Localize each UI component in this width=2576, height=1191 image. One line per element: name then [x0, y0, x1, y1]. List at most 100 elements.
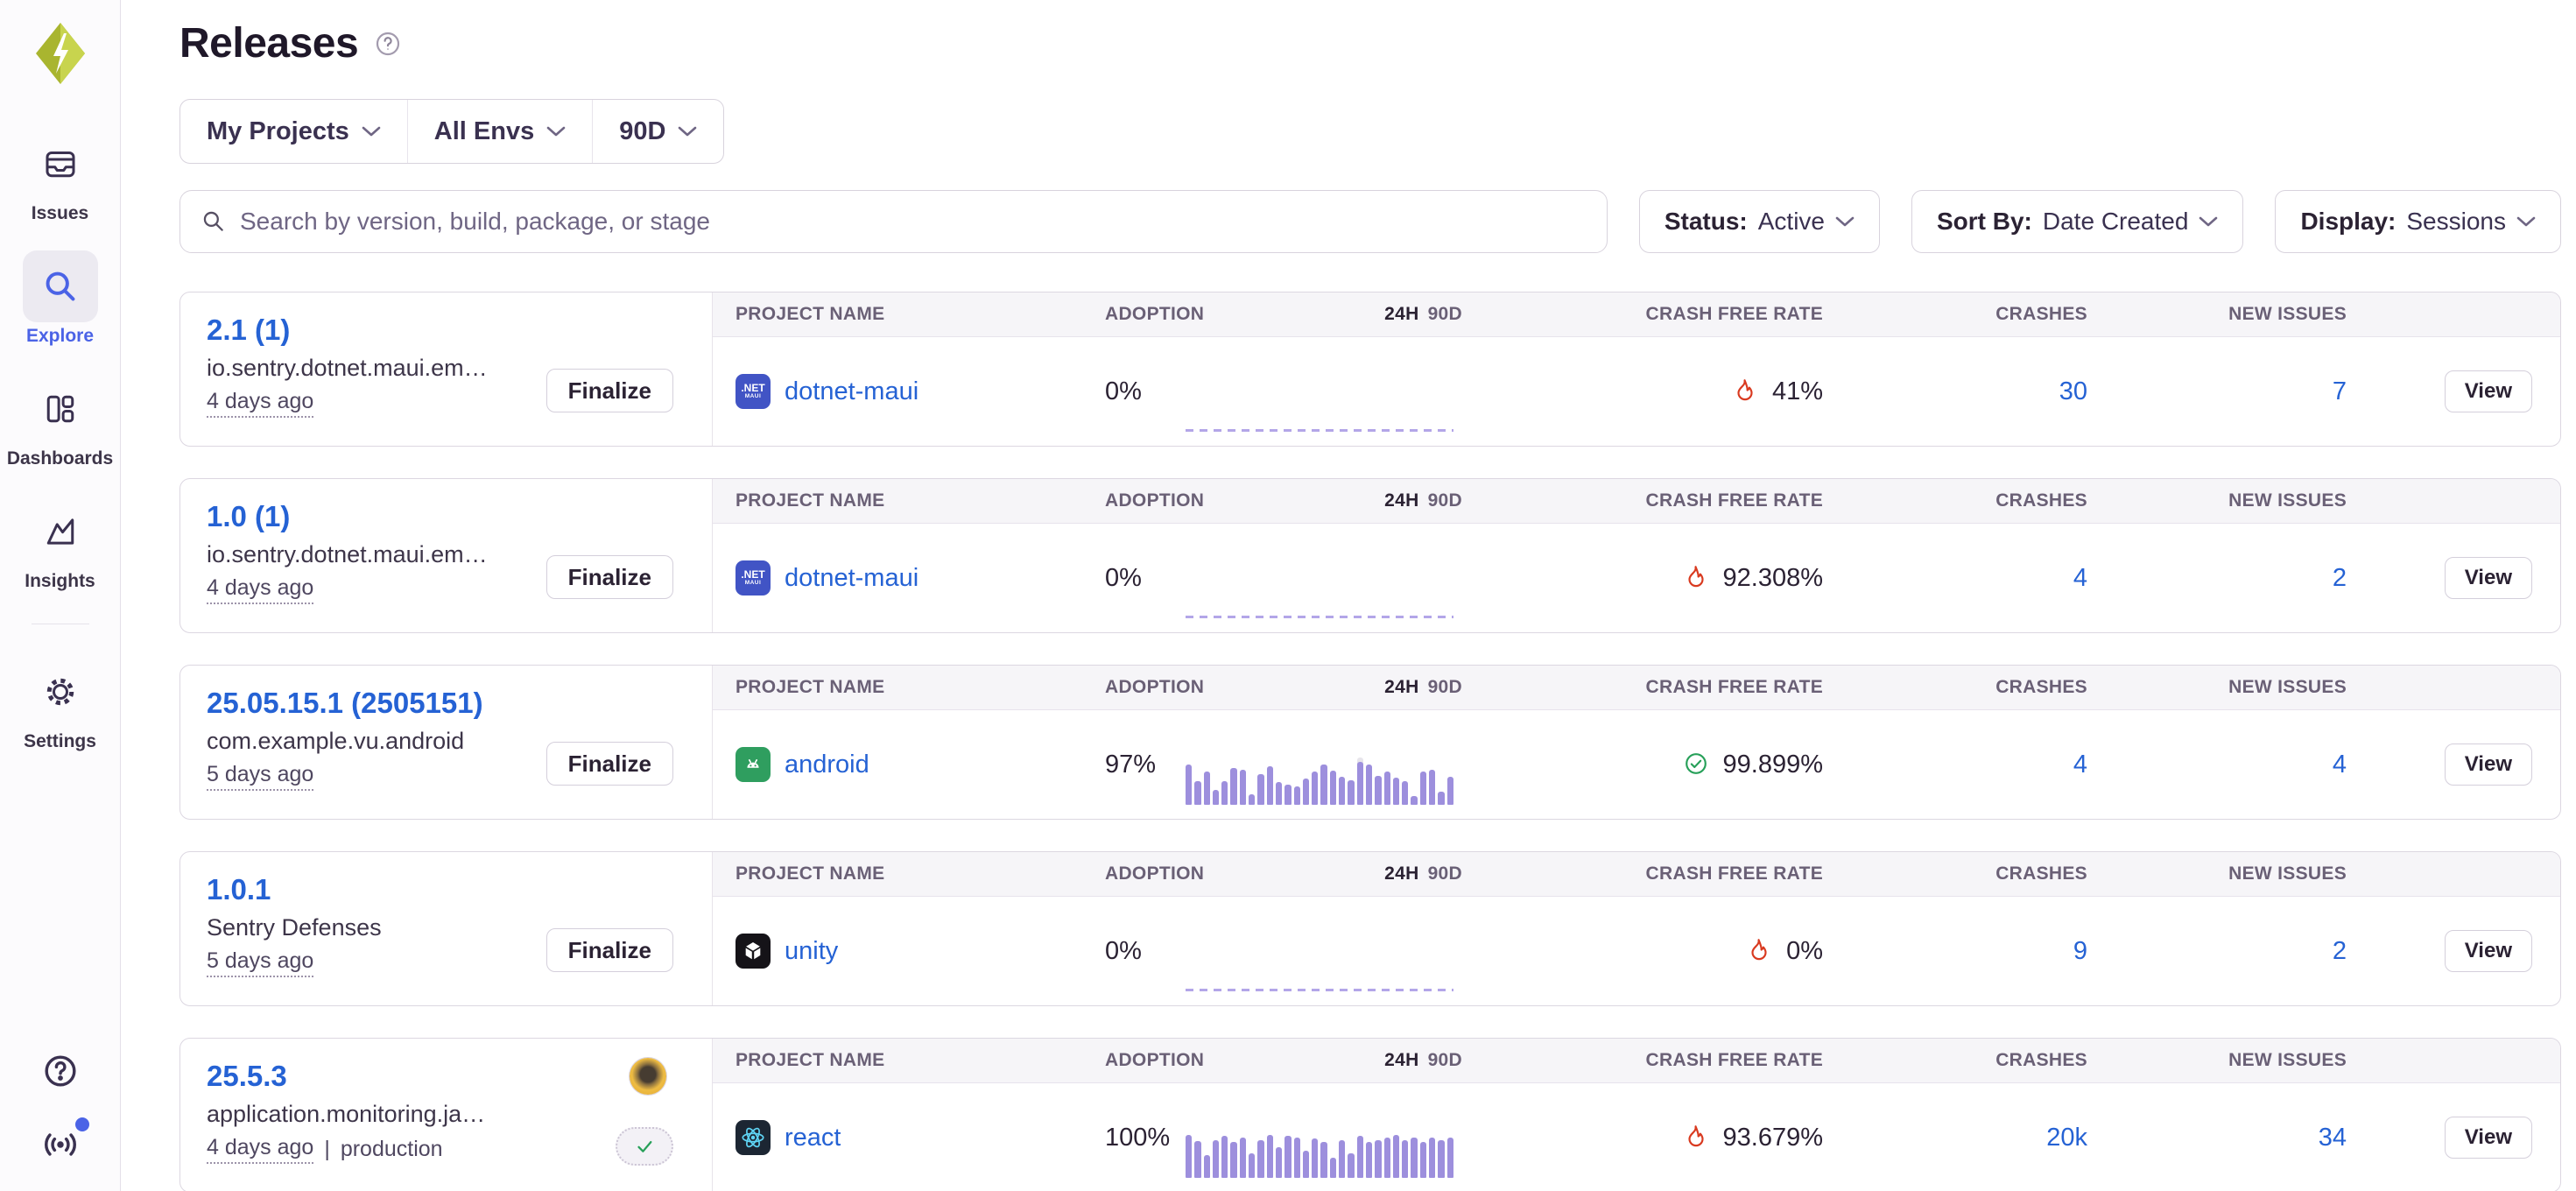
period-24h-toggle[interactable]: 24H: [1384, 1050, 1418, 1070]
release-version-link[interactable]: 25.05.15.1 (2505151): [207, 687, 712, 720]
status-dropdown[interactable]: Status: Active: [1639, 190, 1880, 253]
search-box[interactable]: [179, 190, 1608, 253]
adoption-sparkline[interactable]: [1186, 384, 1453, 432]
crashes-link[interactable]: 30: [2059, 377, 2087, 405]
sparkline-bar: [1249, 758, 1255, 805]
sparkline-bar: [1366, 758, 1372, 805]
project-link[interactable]: react: [785, 1124, 841, 1152]
period-90d-toggle[interactable]: 90D: [1428, 1050, 1462, 1070]
release-version-link[interactable]: 2.1 (1): [207, 314, 712, 347]
sidebar-item-issues[interactable]: Issues: [23, 128, 98, 224]
finalized-check-badge[interactable]: [616, 1127, 673, 1166]
new-issues-cell: 2: [2087, 564, 2347, 593]
crashes-link[interactable]: 20k: [2046, 1124, 2087, 1152]
period-90d-toggle[interactable]: 90D: [1428, 490, 1462, 511]
release-version-link[interactable]: 1.0 (1): [207, 500, 712, 533]
sparkline-bar: [1213, 758, 1219, 805]
new-issues-cell: 34: [2087, 1124, 2347, 1152]
release-date[interactable]: 5 days ago: [207, 762, 313, 791]
new-issues-link[interactable]: 34: [2319, 1124, 2347, 1152]
sparkline-bar: [1213, 1131, 1219, 1178]
sparkline-bar: [1221, 758, 1228, 805]
adoption-sparkline[interactable]: [1186, 944, 1453, 991]
period-24h-toggle[interactable]: 24H: [1384, 863, 1418, 884]
crashes-link[interactable]: 4: [2073, 564, 2087, 592]
adoption-sparkline[interactable]: [1186, 1131, 1453, 1178]
crash-free-status-icon: [1683, 751, 1711, 779]
release-author-avatar[interactable]: [630, 1058, 666, 1095]
finalize-button[interactable]: Finalize: [546, 369, 673, 412]
sparkline-bar: [1194, 1131, 1200, 1178]
actions-cell: View: [2347, 743, 2532, 786]
crashes-link[interactable]: 9: [2073, 937, 2087, 965]
sparkline-bar: [1411, 1131, 1417, 1178]
settings-icon: [23, 656, 98, 728]
period-90d-toggle[interactable]: 90D: [1428, 863, 1462, 884]
adoption-chart-cell: [1182, 524, 1462, 632]
project-link[interactable]: dotnet-maui: [785, 564, 918, 593]
adoption-value: 97%: [1086, 751, 1182, 779]
sparkline-bar: [1339, 1131, 1345, 1178]
view-button[interactable]: View: [2445, 557, 2532, 599]
projects-filter[interactable]: My Projects: [180, 100, 407, 163]
period-24h-toggle[interactable]: 24H: [1384, 304, 1418, 324]
sidebar-item-settings[interactable]: Settings: [23, 656, 98, 752]
period-90d-toggle[interactable]: 90D: [1428, 304, 1462, 324]
project-link[interactable]: android: [785, 751, 869, 779]
view-button[interactable]: View: [2445, 743, 2532, 786]
new-issues-link[interactable]: 2: [2333, 937, 2347, 965]
col-project-name: PROJECT NAME: [735, 1050, 1086, 1071]
sparkline-bar: [1284, 758, 1291, 805]
search-input[interactable]: [240, 208, 1586, 236]
view-button[interactable]: View: [2445, 370, 2532, 412]
release-list: 2.1 (1) io.sentry.dotnet.maui.em… 4 days…: [179, 292, 2561, 1191]
release-version-link[interactable]: 1.0.1: [207, 873, 712, 906]
adoption-sparkline[interactable]: [1186, 571, 1453, 618]
period-90d-toggle[interactable]: 90D: [1428, 677, 1462, 697]
sparkline-bar: [1204, 1131, 1210, 1178]
sparkline-bar: [1284, 1131, 1291, 1178]
new-issues-link[interactable]: 2: [2333, 564, 2347, 592]
sort-by-dropdown[interactable]: Sort By: Date Created: [1911, 190, 2243, 253]
question-circle-icon[interactable]: [374, 30, 402, 58]
finalize-button[interactable]: Finalize: [546, 742, 673, 786]
period-24h-toggle[interactable]: 24H: [1384, 490, 1418, 511]
view-button[interactable]: View: [2445, 930, 2532, 972]
project-link[interactable]: unity: [785, 937, 838, 966]
help-icon[interactable]: [40, 1051, 81, 1091]
release-project-row: .NETMAUI dotnet-maui 0% 92.308% 4 2 View: [713, 524, 2560, 632]
period-24h-toggle[interactable]: 24H: [1384, 677, 1418, 697]
view-button[interactable]: View: [2445, 1117, 2532, 1159]
display-dropdown-label: Display:: [2300, 208, 2396, 236]
display-dropdown[interactable]: Display: Sessions: [2275, 190, 2561, 253]
project-link[interactable]: dotnet-maui: [785, 377, 918, 406]
finalize-button[interactable]: Finalize: [546, 928, 673, 972]
environment-filter[interactable]: All Envs: [407, 100, 592, 163]
sparkline-bar: [1267, 1131, 1273, 1178]
col-period-toggle: 24H 90D: [1384, 863, 1462, 884]
finalize-button[interactable]: Finalize: [546, 555, 673, 599]
chevron-down-icon: [678, 125, 697, 137]
release-date[interactable]: 4 days ago: [207, 389, 313, 418]
new-issues-link[interactable]: 4: [2333, 751, 2347, 779]
col-crashes: CRASHES: [1995, 490, 2087, 511]
sparkline-bar: [1276, 1131, 1282, 1178]
crashes-link[interactable]: 4: [2073, 751, 2087, 779]
display-dropdown-value: Sessions: [2406, 208, 2506, 236]
status-dropdown-value: Active: [1758, 208, 1825, 236]
broadcast-icon[interactable]: [40, 1124, 81, 1165]
release-date[interactable]: 5 days ago: [207, 948, 313, 977]
release-date[interactable]: 4 days ago: [207, 575, 313, 604]
release-date[interactable]: 4 days ago: [207, 1135, 313, 1164]
sparkline-bar: [1194, 758, 1200, 805]
sparkline-bar: [1204, 758, 1210, 805]
date-range-filter[interactable]: 90D: [592, 100, 723, 163]
sentry-logo[interactable]: [32, 21, 88, 86]
col-period-toggle: 24H 90D: [1384, 677, 1462, 698]
adoption-sparkline[interactable]: [1186, 758, 1453, 805]
sidebar-item-dashboards[interactable]: Dashboards: [7, 373, 113, 469]
new-issues-link[interactable]: 7: [2333, 377, 2347, 405]
fire-icon: [1732, 377, 1758, 404]
sidebar-item-insights[interactable]: Insights: [23, 496, 98, 592]
sidebar-item-explore[interactable]: Explore: [23, 250, 98, 347]
